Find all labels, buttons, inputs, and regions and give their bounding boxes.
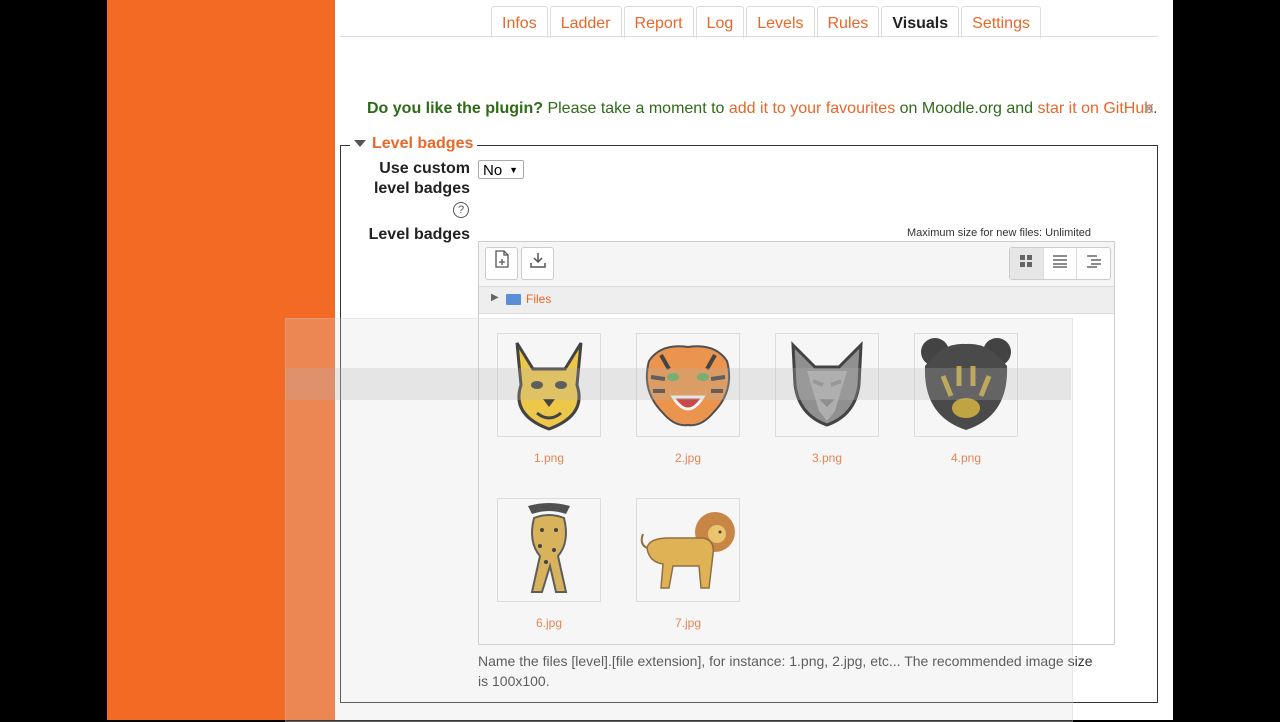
path-files-link[interactable]: Files [526, 292, 551, 306]
notice-question: Do you like the plugin? [367, 100, 543, 117]
tab-settings[interactable]: Settings [961, 6, 1041, 38]
use-custom-label-line2: level badges [373, 180, 470, 197]
tab-ladder[interactable]: Ladder [549, 6, 622, 38]
folder-icon [506, 294, 521, 305]
use-custom-label: Use custom level badges [355, 160, 470, 198]
use-custom-select[interactable]: No ▼ [478, 160, 524, 179]
section-legend[interactable]: Level badges [350, 135, 478, 153]
github-link[interactable]: star it on GitHub [1038, 100, 1154, 117]
list-view-icon[interactable] [1044, 248, 1078, 279]
close-notice-icon[interactable]: × [1143, 98, 1155, 121]
tab-visuals[interactable]: Visuals [881, 6, 960, 38]
select-value: No [483, 162, 503, 179]
tab-log[interactable]: Log [695, 6, 745, 38]
plugin-notice: Do you like the plugin? Please take a mo… [367, 100, 1158, 118]
tab-infos[interactable]: Infos [491, 6, 548, 38]
notice-text-a: Please take a moment to [543, 100, 729, 117]
tabs-divider [340, 36, 1158, 37]
translucent-overlay-header [285, 368, 1071, 400]
tab-bar: Infos Ladder Report Log Levels Rules Vis… [491, 6, 1043, 38]
max-size-text: Maximum size for new files: Unlimited [907, 227, 1091, 239]
legend-text: Level badges [372, 135, 474, 152]
mouse-cursor-icon [1117, 0, 1127, 8]
notice-text-b: on Moodle.org and [895, 100, 1038, 117]
view-toggle-group [1009, 247, 1111, 280]
use-custom-label-line1: Use custom [379, 160, 470, 177]
download-icon[interactable] [521, 247, 554, 280]
add-file-icon[interactable] [485, 247, 518, 280]
chevron-down-icon: ▼ [509, 165, 518, 175]
help-icon[interactable]: ? [453, 202, 469, 218]
tab-report[interactable]: Report [623, 6, 694, 38]
favourites-link[interactable]: add it to your favourites [729, 100, 895, 117]
collapse-triangle-icon [354, 140, 366, 148]
tab-levels[interactable]: Levels [746, 6, 815, 38]
level-badges-label: Level badges [368, 226, 470, 243]
file-manager-toolbar [479, 242, 1114, 287]
grid-view-icon[interactable] [1010, 248, 1044, 279]
tree-view-icon[interactable] [1077, 248, 1110, 279]
tab-rules[interactable]: Rules [816, 6, 880, 38]
expand-arrow-icon[interactable]: ▶ [491, 292, 499, 303]
file-path-bar: ▶ Files [479, 287, 1114, 314]
